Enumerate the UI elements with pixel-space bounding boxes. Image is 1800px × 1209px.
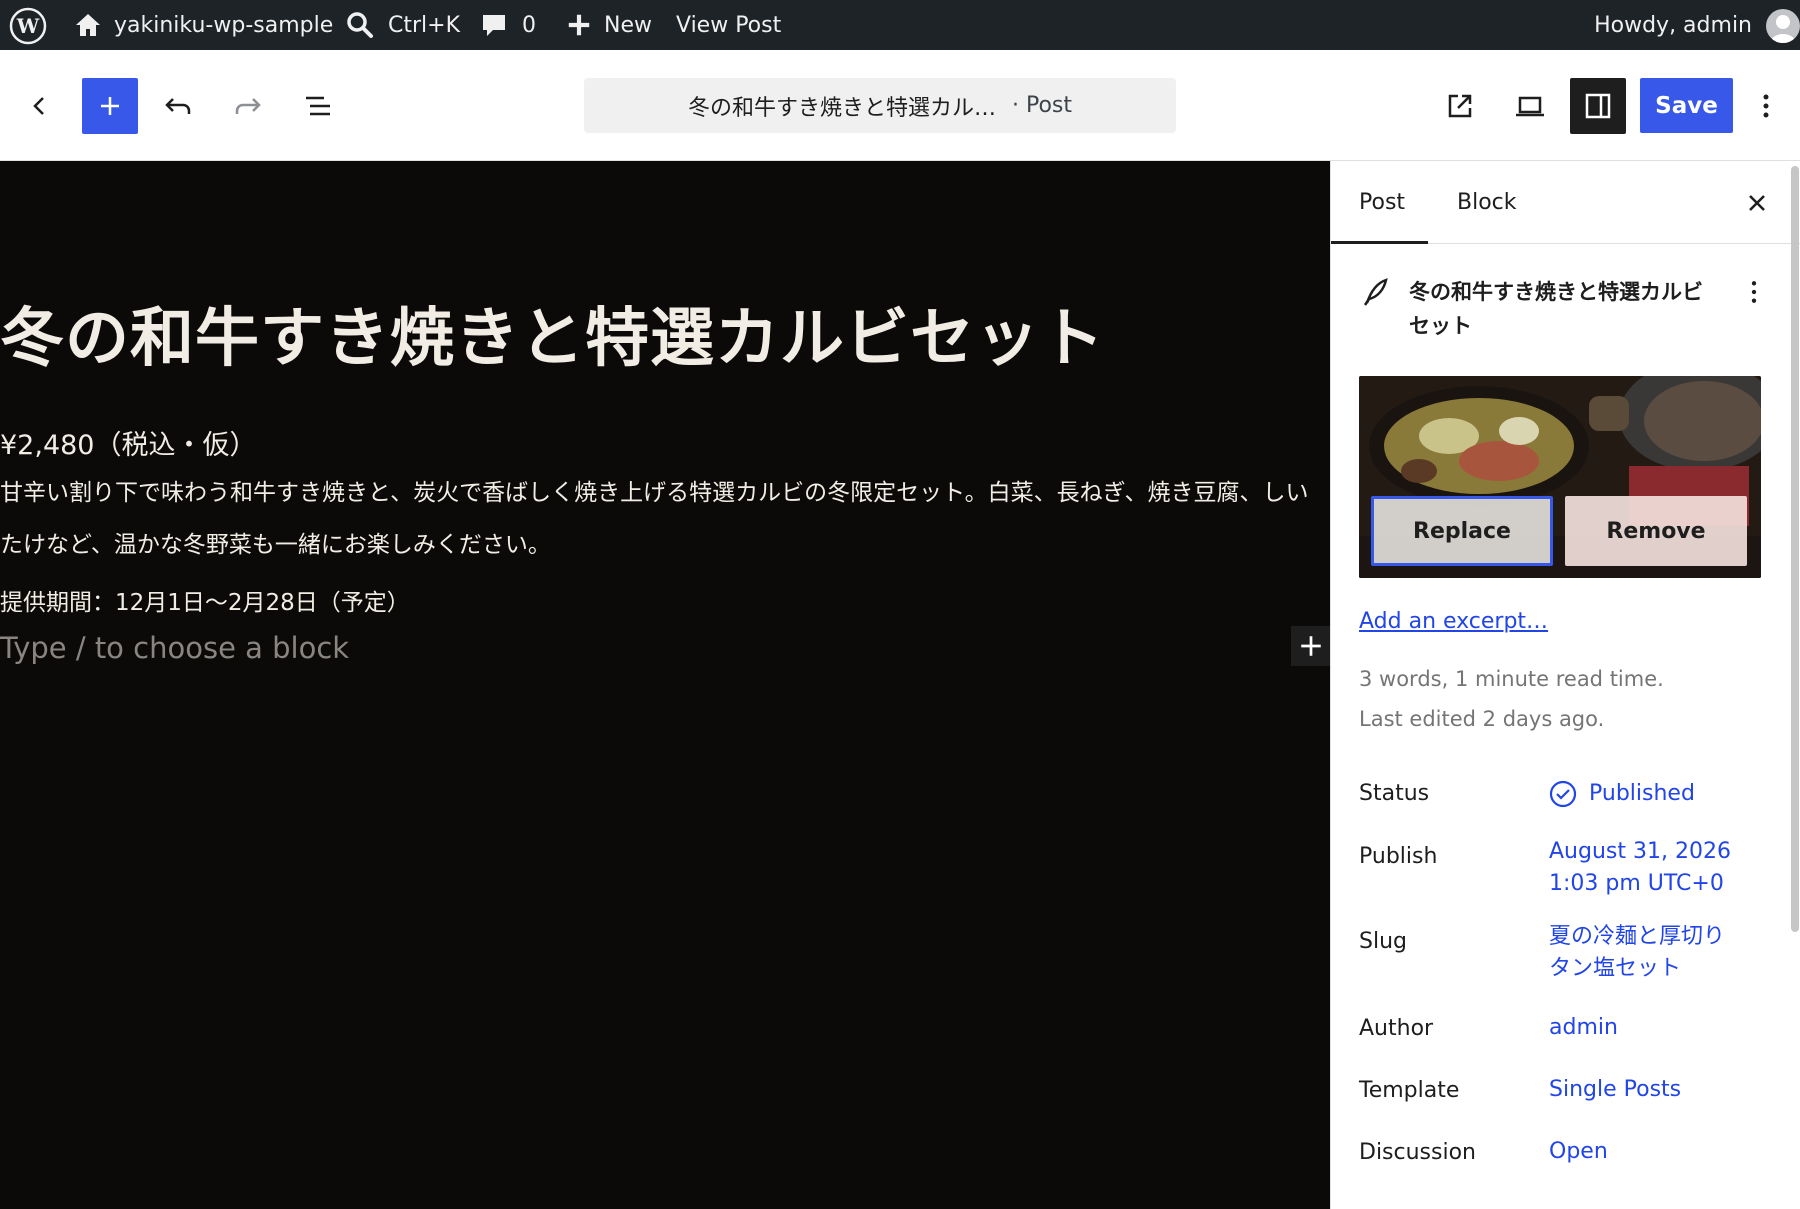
new-content-link[interactable]: New xyxy=(566,0,652,50)
template-toggle[interactable]: Single Posts xyxy=(1549,1074,1681,1106)
editor-canvas[interactable]: 冬の和牛すき焼きと特選カルビセット ¥2,480（税込・仮） 甘辛い割り下で味わ… xyxy=(0,161,1330,1209)
more-vertical-icon xyxy=(1763,94,1769,118)
slug-value-line1: 夏の冷麺と厚切り xyxy=(1549,924,1726,949)
list-view-icon xyxy=(306,96,330,116)
publish-date: August 31, 2026 xyxy=(1549,839,1731,864)
slug-value-line2: タン塩セット xyxy=(1549,956,1682,981)
featured-image[interactable]: Replace Remove xyxy=(1359,376,1761,578)
settings-sidebar-toggle[interactable] xyxy=(1570,78,1626,134)
status-toggle[interactable]: Published xyxy=(1549,778,1695,810)
desktop-icon xyxy=(1516,96,1544,117)
author-toggle[interactable]: admin xyxy=(1549,1012,1618,1044)
publish-label: Publish xyxy=(1359,844,1438,869)
period-paragraph[interactable]: 提供期間：12月1日〜2月28日（予定） xyxy=(0,583,410,617)
comments-count: 0 xyxy=(522,12,536,38)
document-overview-button[interactable] xyxy=(290,78,346,134)
sidebar-tabs: Post Block xyxy=(1331,161,1800,244)
plus-icon xyxy=(568,14,590,36)
slug-toggle[interactable]: 夏の冷麺と厚切り タン塩セット xyxy=(1549,921,1725,985)
close-icon xyxy=(1749,195,1765,211)
discussion-label: Discussion xyxy=(1359,1140,1476,1165)
howdy-user-menu[interactable]: Howdy, admin xyxy=(1594,0,1752,50)
post-feather-icon xyxy=(1359,275,1393,309)
tab-block[interactable]: Block xyxy=(1457,161,1517,244)
block-inserter-plus-button[interactable] xyxy=(1291,626,1330,666)
last-edited-text: Last edited 2 days ago. xyxy=(1359,707,1605,731)
author-label: Author xyxy=(1359,1016,1434,1041)
post-actions-button[interactable] xyxy=(1737,275,1771,309)
word-count-text: 3 words, 1 minute read time. xyxy=(1359,667,1664,691)
comment-icon xyxy=(483,15,505,36)
back-button[interactable] xyxy=(12,78,68,134)
document-title: 冬の和牛すき焼きと特選カル… xyxy=(687,95,996,121)
search-icon xyxy=(347,12,373,38)
avatar[interactable] xyxy=(1766,9,1800,43)
close-sidebar-button[interactable] xyxy=(1737,183,1777,223)
redo-button[interactable] xyxy=(220,78,276,134)
post-summary-title: 冬の和牛すき焼きと特選カルビセット xyxy=(1409,280,1703,338)
settings-sidebar: Post Block 冬の和牛すき焼きと特選カルビセット Replace Rem… xyxy=(1330,161,1800,1209)
save-button[interactable]: Save xyxy=(1640,78,1733,133)
publish-date-toggle[interactable]: August 31, 2026 1:03 pm UTC+0 xyxy=(1549,836,1731,900)
post-type-label: · Post xyxy=(1011,93,1073,118)
status-value: Published xyxy=(1589,781,1695,806)
template-label: Template xyxy=(1359,1078,1460,1103)
sidebar-scrollbar[interactable] xyxy=(1791,166,1799,932)
document-title-bar[interactable]: 冬の和牛すき焼きと特選カル… · Post xyxy=(584,78,1176,133)
view-post-link[interactable]: View Post xyxy=(676,0,781,50)
chevron-left-icon xyxy=(33,97,44,115)
publish-time: 1:03 pm UTC+0 xyxy=(1549,871,1724,896)
external-link-icon xyxy=(1448,94,1472,118)
wordpress-logo-icon[interactable]: W xyxy=(8,6,48,46)
replace-image-button[interactable]: Replace xyxy=(1371,496,1553,566)
options-menu-button[interactable] xyxy=(1746,78,1786,134)
sidebar-icon xyxy=(1585,93,1611,119)
command-palette-button[interactable]: Ctrl+K xyxy=(346,0,460,50)
plus-icon xyxy=(1301,636,1321,656)
tab-post[interactable]: Post xyxy=(1359,161,1405,244)
block-inserter-button[interactable] xyxy=(82,78,138,134)
add-excerpt-link[interactable]: Add an excerpt… xyxy=(1359,609,1548,634)
description-paragraph[interactable]: 甘辛い割り下で味わう和牛すき焼きと、炭火で香ばしく焼き上げる特選カルビの冬限定セ… xyxy=(0,467,1330,571)
active-tab-indicator xyxy=(1331,241,1428,244)
status-label: Status xyxy=(1359,781,1430,806)
slug-label: Slug xyxy=(1359,929,1407,954)
published-check-icon xyxy=(1549,780,1577,808)
redo-icon xyxy=(235,98,261,114)
post-title[interactable]: 冬の和牛すき焼きと特選カルビセット xyxy=(0,287,1105,379)
svg-text:W: W xyxy=(16,14,40,38)
plus-icon xyxy=(101,97,119,115)
new-label: New xyxy=(604,12,652,38)
site-name-label: yakiniku-wp-sample xyxy=(114,12,334,38)
device-preview-button[interactable] xyxy=(1502,78,1558,134)
empty-block-placeholder[interactable]: Type / to choose a block xyxy=(0,631,349,665)
admin-bar: W yakiniku-wp-sample Ctrl+K 0 New View P… xyxy=(0,0,1800,50)
discussion-toggle[interactable]: Open xyxy=(1549,1136,1608,1168)
search-shortcut-label: Ctrl+K xyxy=(388,12,461,38)
undo-icon xyxy=(165,98,191,114)
site-name-link[interactable]: yakiniku-wp-sample xyxy=(74,0,333,50)
editor-header: 冬の和牛すき焼きと特選カル… · Post Save xyxy=(0,50,1800,161)
comments-link[interactable]: 0 xyxy=(480,0,536,50)
home-icon xyxy=(76,14,100,36)
price-paragraph[interactable]: ¥2,480（税込・仮） xyxy=(0,423,256,462)
more-vertical-icon xyxy=(1751,281,1757,303)
remove-image-button[interactable]: Remove xyxy=(1565,496,1747,566)
undo-button[interactable] xyxy=(150,78,206,134)
view-post-button[interactable] xyxy=(1432,78,1488,134)
